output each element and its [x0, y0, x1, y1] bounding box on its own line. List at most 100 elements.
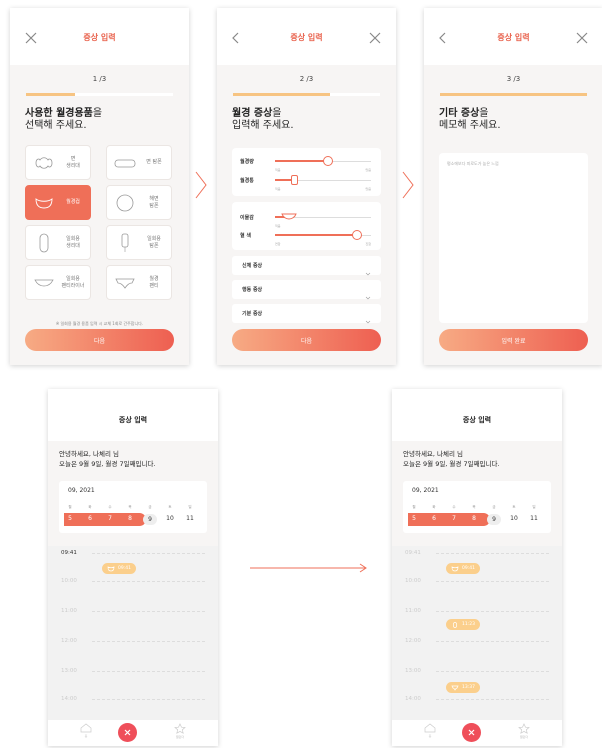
time-label: 11:00 — [405, 608, 421, 614]
product-pantyliner[interactable]: 일회용 팬티라이너 — [25, 265, 91, 300]
star-icon — [174, 723, 186, 734]
tab-home[interactable]: 홈 — [420, 723, 440, 738]
add-symptom-button[interactable] — [118, 723, 137, 742]
time-label: 12:00 — [61, 638, 77, 644]
date-cell[interactable]: 6 — [427, 515, 441, 522]
pantyliner-icon — [34, 279, 54, 286]
calendar-month: 09, 2021 — [68, 487, 95, 494]
slider-min: 적음 — [275, 224, 281, 228]
tab-home[interactable]: 홈 — [76, 723, 96, 738]
product-cloth-pad[interactable]: 면 생리대 — [25, 145, 91, 180]
screen-product-select: 증상 입력 1 /3 사용한 월경용품을 선택해 주세요. 면 생리대 면 탐폰… — [10, 8, 189, 365]
time-label: 14:00 — [405, 696, 421, 702]
disposable-pad-icon — [39, 233, 49, 252]
close-icon — [468, 729, 475, 736]
date-cell[interactable]: 5 — [407, 515, 421, 522]
progress-bar — [440, 93, 587, 96]
weekday: 토 — [168, 505, 172, 509]
step-indicator: 3 /3 — [506, 75, 521, 83]
product-label: 일회용 생리대 — [66, 235, 80, 249]
date-cell[interactable]: 6 — [83, 515, 97, 522]
tab-bar: 홈 캘린더 — [48, 720, 218, 746]
week-calendar: 09, 2021 월 화 수 목 금 토 일 5 6 7 8 9 10 11 — [403, 481, 551, 533]
tab-calendar[interactable]: 캘린더 — [514, 723, 534, 739]
time-label: 14:00 — [61, 696, 77, 702]
home-icon — [80, 723, 92, 733]
date-cell[interactable]: 5 — [63, 515, 77, 522]
date-cell[interactable]: 7 — [447, 515, 461, 522]
section-label: 신체 증상 — [242, 263, 263, 269]
time-label: 13:00 — [61, 668, 77, 674]
entry-chip[interactable]: 09:41 — [102, 563, 136, 574]
time-label: 09:41 — [405, 550, 421, 556]
date-cell-today[interactable]: 9 — [143, 514, 157, 525]
section-mood[interactable]: 기분 증상 — [232, 304, 381, 324]
notice-text: ※ 일회용 월경 용품 입력 시 교체 1회로 간주합니다. — [55, 321, 144, 326]
flow-chevron-icon — [402, 171, 414, 199]
weekday: 수 — [108, 505, 112, 509]
next-button[interactable]: 다음 — [25, 329, 174, 351]
date-cell[interactable]: 10 — [163, 515, 177, 522]
entry-chip[interactable]: 09:41 — [446, 563, 480, 574]
section-physical[interactable]: 신체 증상 — [232, 256, 381, 276]
product-cloth-tampon[interactable]: 면 탐폰 — [106, 145, 172, 180]
entry-chip[interactable]: 13:37 — [446, 682, 480, 693]
chevron-down-icon — [365, 286, 371, 300]
date-cell[interactable]: 7 — [103, 515, 117, 522]
period-panty-icon — [451, 685, 459, 691]
blood-color-slider-knob[interactable] — [351, 230, 362, 240]
product-disposable-pad[interactable]: 일회용 생리대 — [25, 225, 91, 260]
time-label: 10:00 — [405, 578, 421, 584]
period-panty-icon — [115, 278, 135, 289]
step-indicator: 1 /3 — [92, 75, 107, 83]
cloth-tampon-icon — [114, 159, 136, 167]
slider-max: 진함 — [365, 242, 371, 246]
time-label: 11:00 — [61, 608, 77, 614]
complete-button[interactable]: 입력 완료 — [439, 329, 588, 351]
calendar-month: 09, 2021 — [412, 487, 439, 494]
add-symptom-button[interactable] — [462, 723, 481, 742]
date-cell[interactable]: 11 — [527, 515, 541, 522]
product-period-panty[interactable]: 월경 팬티 — [106, 265, 172, 300]
slider-min: 연함 — [275, 242, 281, 246]
tab-bar: 홈 캘린더 — [392, 720, 562, 746]
section-behavior[interactable]: 행동 증상 — [232, 280, 381, 300]
page-title: 증상 입력 — [118, 416, 148, 424]
date-cell[interactable]: 10 — [507, 515, 521, 522]
page-title: 증상 입력 — [462, 416, 492, 424]
foreign-body-slider-knob[interactable] — [281, 211, 298, 221]
time-label: 13:00 — [405, 668, 421, 674]
date-cell[interactable]: 8 — [123, 515, 137, 522]
heading: 사용한 월경용품을 선택해 주세요. — [25, 108, 103, 131]
slider-min: 적음 — [275, 187, 281, 191]
timeline: 09:41 10:00 11:00 12:00 13:00 14:00 09:4… — [392, 546, 562, 724]
weekday: 금 — [148, 505, 152, 509]
page-title: 증상 입력 — [83, 33, 116, 42]
next-button[interactable]: 다음 — [232, 329, 381, 351]
page-title: 증상 입력 — [290, 33, 323, 42]
date-cell[interactable]: 11 — [183, 515, 197, 522]
menstrual-cup-icon — [451, 565, 459, 572]
slider-label: 혈 색 — [240, 233, 251, 239]
amount-slider-knob[interactable] — [322, 156, 333, 166]
slider-max: 많음 — [365, 168, 371, 172]
date-cell[interactable]: 8 — [467, 515, 481, 522]
progress-bar — [26, 93, 173, 96]
close-icon — [124, 729, 131, 736]
product-label: 해면 탐폰 — [149, 195, 159, 209]
product-menstrual-cup[interactable]: 월경컵 — [25, 185, 91, 220]
weekday: 수 — [452, 505, 456, 509]
product-sponge-tampon[interactable]: 해면 탐폰 — [106, 185, 172, 220]
tab-calendar[interactable]: 캘린더 — [170, 723, 190, 739]
disposable-pad-icon — [451, 621, 459, 628]
product-disposable-tampon[interactable]: 일회용 탐폰 — [106, 225, 172, 260]
star-icon — [518, 723, 530, 734]
entry-chip[interactable]: 11:23 — [446, 619, 480, 630]
pain-slider-knob[interactable] — [290, 175, 298, 185]
slider-label: 월경량 — [240, 159, 254, 165]
memo-textarea[interactable]: 평소에보다 피로도가 높은 느낌 — [439, 153, 588, 323]
product-label: 월경 팬티 — [149, 275, 159, 289]
time-label: 12:00 — [405, 638, 421, 644]
date-cell-today[interactable]: 9 — [487, 514, 501, 525]
section-label: 행동 증상 — [242, 287, 263, 293]
